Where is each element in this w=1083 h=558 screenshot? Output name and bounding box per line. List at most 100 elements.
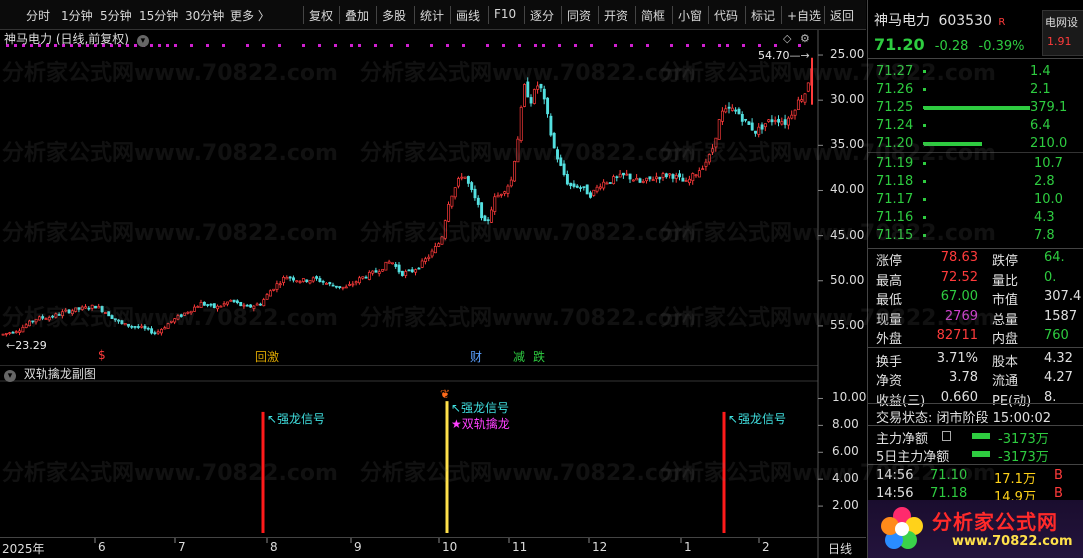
candle-body xyxy=(31,320,35,323)
candle-body xyxy=(37,316,41,321)
ask-price[interactable]: 71.25 xyxy=(876,100,913,115)
toolbar-button[interactable]: 简框 xyxy=(641,7,665,24)
current-price: 71.20 xyxy=(874,35,925,54)
gear-icon[interactable]: ⚙ xyxy=(800,32,810,45)
sub-indicator-chart[interactable] xyxy=(0,364,866,537)
bid-price[interactable]: 71.19 xyxy=(876,156,913,171)
bid-price[interactable]: 71.17 xyxy=(876,192,913,207)
toolbar-button[interactable]: 小窗 xyxy=(678,7,702,24)
candle-body xyxy=(146,327,150,330)
candle-body xyxy=(239,301,243,307)
price-pct: -0.39% xyxy=(978,39,1025,54)
candle-body xyxy=(536,85,540,90)
signal-dot xyxy=(158,44,161,47)
candle-body xyxy=(701,168,705,171)
candle-body xyxy=(529,97,533,104)
toolbar-button[interactable]: 标记 xyxy=(751,7,775,24)
bid-price[interactable]: 71.18 xyxy=(876,174,913,189)
stat-key: 内盘 xyxy=(992,332,1019,347)
ask-price[interactable]: 71.26 xyxy=(876,82,913,97)
stat-value: 4.27 xyxy=(1044,370,1073,385)
sub-chart[interactable]: ▾ 双轨擒龙副图 10.00 8.00 6.00 4.00 2.00 ↖强龙信号 ↖强龙信… xyxy=(0,364,867,537)
candle-body xyxy=(77,307,81,310)
toolbar-button[interactable]: 同资 xyxy=(567,7,591,24)
candle-body xyxy=(490,209,493,223)
candle-body xyxy=(466,176,470,184)
candle-body xyxy=(493,196,497,212)
chevron-down-icon[interactable]: ▾ xyxy=(136,35,149,47)
candle-body xyxy=(292,277,295,281)
candle-body xyxy=(11,331,15,334)
period-tab[interactable]: 15分钟 xyxy=(139,7,178,24)
candle-body xyxy=(457,178,460,187)
list-icon[interactable] xyxy=(942,431,951,441)
toolbar-button[interactable]: 叠加 xyxy=(345,7,369,24)
bid-dot xyxy=(923,180,926,183)
bid-price[interactable]: 71.15 xyxy=(876,228,913,243)
candle-body xyxy=(711,148,715,153)
toolbar-button[interactable]: 返回 xyxy=(830,7,854,24)
candle-body xyxy=(532,89,536,104)
toolbar-button[interactable]: 开资 xyxy=(604,7,628,24)
candle-body xyxy=(635,177,639,181)
event-marker[interactable]: 财 xyxy=(470,348,482,365)
event-marker[interactable]: 减 xyxy=(513,348,525,365)
stat-key: 收益(三) xyxy=(876,393,926,409)
y-tick-label: 10.00 xyxy=(832,390,867,405)
candle-body xyxy=(364,276,368,279)
event-marker[interactable]: 跌 xyxy=(533,348,545,365)
signal-dot xyxy=(646,44,649,47)
candle-body xyxy=(249,304,253,308)
low-price-text: 23.29 xyxy=(15,339,47,352)
candle-body xyxy=(219,305,223,308)
signal-dot xyxy=(758,44,761,47)
candle-body xyxy=(374,270,378,273)
candle-body xyxy=(582,186,586,188)
ask-price[interactable]: 71.27 xyxy=(876,64,913,79)
candlestick-chart[interactable] xyxy=(0,30,866,365)
y-tick-label: 55.00 xyxy=(830,317,865,332)
event-marker[interactable]: $ xyxy=(98,348,106,362)
toolbar-button[interactable]: 逐分 xyxy=(530,7,554,24)
stat-key: 换手 xyxy=(876,354,903,370)
toolbar-button[interactable]: 画线 xyxy=(456,7,480,24)
period-tab[interactable]: 1分钟 xyxy=(61,7,93,24)
candle-body xyxy=(678,173,682,178)
period-tab[interactable]: 5分钟 xyxy=(100,7,132,24)
event-marker[interactable]: 回激 xyxy=(255,348,279,365)
period-tab[interactable]: 30分钟 xyxy=(185,7,224,24)
candle-body xyxy=(74,307,78,312)
chevron-down-icon[interactable]: ▾ xyxy=(4,370,16,382)
candle-body xyxy=(127,323,130,327)
stat-key: 市值 xyxy=(992,293,1019,308)
ask-price[interactable]: 71.24 xyxy=(876,118,913,133)
candle-body xyxy=(143,325,147,329)
candle-body xyxy=(503,191,507,194)
toolbar-button[interactable]: +自选 xyxy=(787,7,821,24)
special-signal-label: ★双轨擒龙 xyxy=(451,417,510,432)
toolbar-button[interactable]: F10 xyxy=(494,7,516,21)
flow-bar xyxy=(972,451,990,457)
toolbar-button[interactable]: 多股 xyxy=(382,7,406,24)
bid-price[interactable]: 71.16 xyxy=(876,210,913,225)
candle-body xyxy=(724,108,728,113)
candle-body xyxy=(800,99,804,102)
toolbar-button[interactable]: 统计 xyxy=(420,7,444,24)
main-chart[interactable]: 神马电力 (日线,前复权) ▾ 54.70—→ ◇ ⚙ ←23.29 55.00… xyxy=(0,30,866,365)
period-tab[interactable]: 更多 〉 xyxy=(230,7,270,24)
candle-body xyxy=(684,180,688,182)
candle-body xyxy=(443,220,447,239)
flower-icon xyxy=(880,506,924,550)
candle-body xyxy=(803,93,807,103)
ask-dot xyxy=(923,70,926,73)
index-box[interactable]: 电网设 1.91 xyxy=(1042,10,1083,56)
sub-chart-title-text: 双轨擒龙副图 xyxy=(23,367,96,381)
period-tab[interactable]: 分时 xyxy=(26,7,50,24)
toolbar-button[interactable]: 复权 xyxy=(309,7,333,24)
ask-price[interactable]: 71.20 xyxy=(876,136,913,151)
candle-body xyxy=(169,320,173,323)
diamond-icon[interactable]: ◇ xyxy=(783,32,791,45)
candle-body xyxy=(694,174,698,177)
signal-dot xyxy=(430,44,433,47)
toolbar-button[interactable]: 代码 xyxy=(714,7,738,24)
